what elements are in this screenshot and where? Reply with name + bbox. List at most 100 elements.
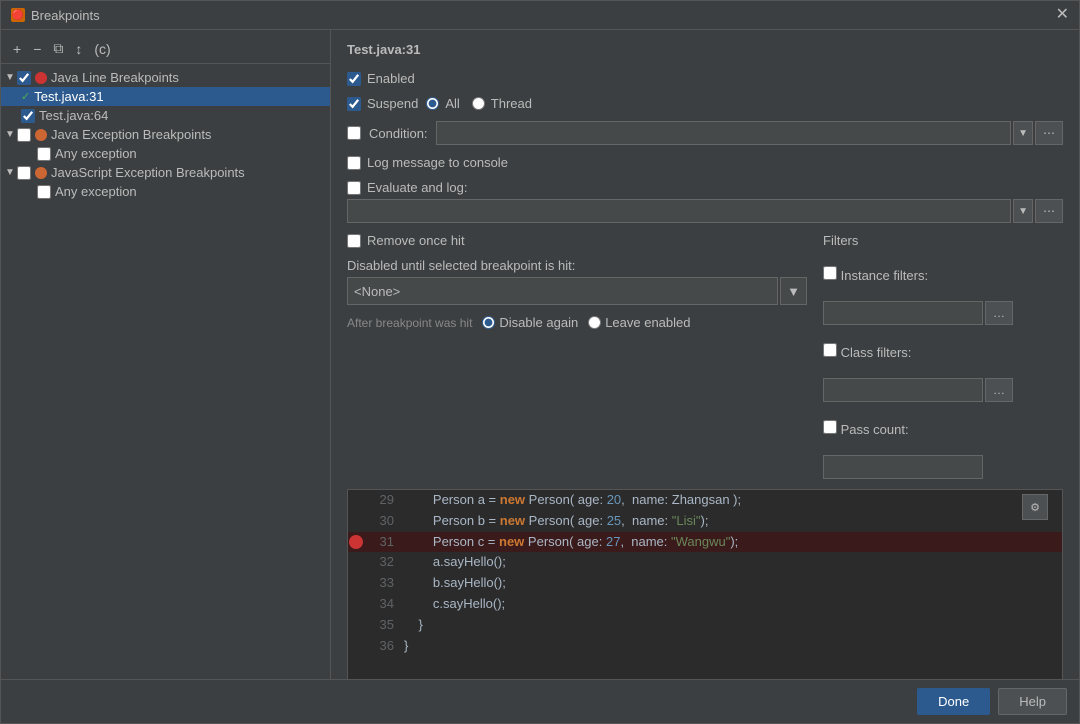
line-num-35: 35 [364,615,404,636]
item-checkbox-any-ex2[interactable] [37,185,51,199]
item-checkbox-any-ex1[interactable] [37,147,51,161]
condition-dropdown-btn[interactable]: ▼ [1013,121,1033,145]
condition-input[interactable] [436,121,1012,145]
suspend-checkbox[interactable] [347,97,361,111]
tree-group-java-line[interactable]: ▼ Java Line Breakpoints [1,68,330,87]
condition-row: Condition: ▼ ⋯ [347,121,1063,145]
line-num-32: 32 [364,552,404,573]
tree-item-test64[interactable]: Test.java:64 [1,106,330,125]
group-checkbox-java-exception[interactable] [17,128,31,142]
tree-group-java-exception[interactable]: ▼ Java Exception Breakpoints [1,125,330,144]
tree-item-any-ex1[interactable]: Any exception [1,144,330,163]
condition-checkbox[interactable] [347,126,361,140]
item-label-test64: Test.java:64 [39,108,108,123]
suspend-thread-input[interactable] [472,97,485,110]
leave-enabled-radio[interactable]: Leave enabled [588,315,690,330]
add-button[interactable]: + [9,39,25,59]
filters-title: Filters [823,233,1063,248]
tree-item-test31[interactable]: ✓ Test.java:31 [1,87,330,106]
condition-checkbox-label[interactable] [347,126,361,140]
left-form: Remove once hit Disabled until selected … [347,233,807,479]
log-message-checkbox[interactable] [347,156,361,170]
bottom-bar: Done Help [1,679,1079,723]
group-checkbox-js-exception[interactable] [17,166,31,180]
code-section: 29 Person a = new Person( age: 20, name:… [347,489,1063,679]
suspend-text: Suspend [367,96,418,111]
group-label-java-exception: Java Exception Breakpoints [51,127,211,142]
evaluate-input-wrap: ▼ ⋯ [347,199,1063,223]
item-label-any-ex1: Any exception [55,146,137,161]
line-content-35: } [404,615,1062,636]
instance-filter-input-wrap: … [823,301,1063,325]
pass-count-row: Pass count: [823,420,1063,437]
evaluate-section: Evaluate and log: ▼ ⋯ [347,180,1063,223]
evaluate-options-btn[interactable]: ⋯ [1035,199,1063,223]
line-num-33: 33 [364,573,404,594]
group-label-js-exception: JavaScript Exception Breakpoints [51,165,245,180]
help-button[interactable]: Help [998,688,1067,715]
code-line-32: 32 a.sayHello(); [348,552,1062,573]
title-bar: 🔴 Breakpoints ✕ [1,1,1079,30]
done-button[interactable]: Done [917,688,990,715]
line-content-32: a.sayHello(); [404,552,1062,573]
suspend-label[interactable]: Suspend [347,96,418,111]
remove-once-label[interactable]: Remove once hit [347,233,465,248]
evaluate-checkbox[interactable] [347,181,361,195]
line-num-34: 34 [364,594,404,615]
group-checkbox-java-line[interactable] [17,71,31,85]
log-message-label[interactable]: Log message to console [347,155,508,170]
evaluate-label[interactable]: Evaluate and log: [347,180,467,195]
suspend-thread-radio[interactable]: Thread [472,96,532,111]
enabled-checkbox[interactable] [347,72,361,86]
code-line-36: 36 } [348,636,1062,657]
instance-filter-input[interactable] [823,301,983,325]
code-line-31: 31 Person c = new Person( age: 27, name:… [348,532,1062,553]
remove-once-checkbox[interactable] [347,234,361,248]
class-filter-text: Class filters: [841,345,912,360]
gutter-31 [348,532,364,549]
pass-count-input[interactable] [823,455,983,479]
enabled-label[interactable]: Enabled [347,71,415,86]
code-options-btn[interactable]: ⚙ [1022,494,1048,520]
code-options-icon: ⚙ [1030,501,1040,514]
instance-filter-label[interactable]: Instance filters: [823,266,928,283]
copy-button[interactable]: ⧉ [49,38,67,59]
disabled-until-dropdown[interactable]: ▼ [780,277,807,305]
line-num-36: 36 [364,636,404,657]
evaluate-dropdown-btn[interactable]: ▼ [1013,199,1033,223]
code-line-29: 29 Person a = new Person( age: 20, name:… [348,490,1062,511]
close-button[interactable]: ✕ [1056,7,1069,23]
suspend-all-radio[interactable]: All [426,96,459,111]
move-button[interactable]: ↕ [71,39,86,59]
instance-filter-checkbox[interactable] [823,266,837,280]
suspend-all-input[interactable] [426,97,439,110]
disable-again-input[interactable] [482,316,495,329]
class-filter-btn[interactable]: … [985,378,1013,402]
filter-button[interactable]: (c) [90,39,114,59]
filters-section: Filters Instance filters: … [823,233,1063,479]
leave-enabled-input[interactable] [588,316,601,329]
item-checkbox-test64[interactable] [21,109,35,123]
item-label-test31: Test.java:31 [34,89,103,104]
condition-input-wrap: ▼ ⋯ [436,121,1063,145]
evaluate-input[interactable] [347,199,1011,223]
instance-filter-row: Instance filters: [823,266,1063,283]
pass-count-text: Pass count: [841,422,909,437]
pass-count-label[interactable]: Pass count: [823,420,909,437]
pass-count-checkbox[interactable] [823,420,837,434]
tree-item-any-ex2[interactable]: Any exception [1,182,330,201]
two-col-section: Remove once hit Disabled until selected … [347,233,1063,479]
disabled-until-section: Disabled until selected breakpoint is hi… [347,258,807,305]
class-filter-label[interactable]: Class filters: [823,343,911,360]
disable-again-radio[interactable]: Disable again [482,315,578,330]
class-filter-checkbox[interactable] [823,343,837,357]
condition-options-btn[interactable]: ⋯ [1035,121,1063,145]
disabled-until-input[interactable] [347,277,778,305]
instance-filter-btn[interactable]: … [985,301,1013,325]
remove-button[interactable]: − [29,39,45,59]
code-line-35: 35 } [348,615,1062,636]
tree-group-js-exception[interactable]: ▼ JavaScript Exception Breakpoints [1,163,330,182]
class-filter-input[interactable] [823,378,983,402]
breakpoints-dialog: 🔴 Breakpoints ✕ + − ⧉ ↕ (c) ▼ J [0,0,1080,724]
left-panel: + − ⧉ ↕ (c) ▼ Java Line Breakpoints ✓ Te… [1,30,331,679]
